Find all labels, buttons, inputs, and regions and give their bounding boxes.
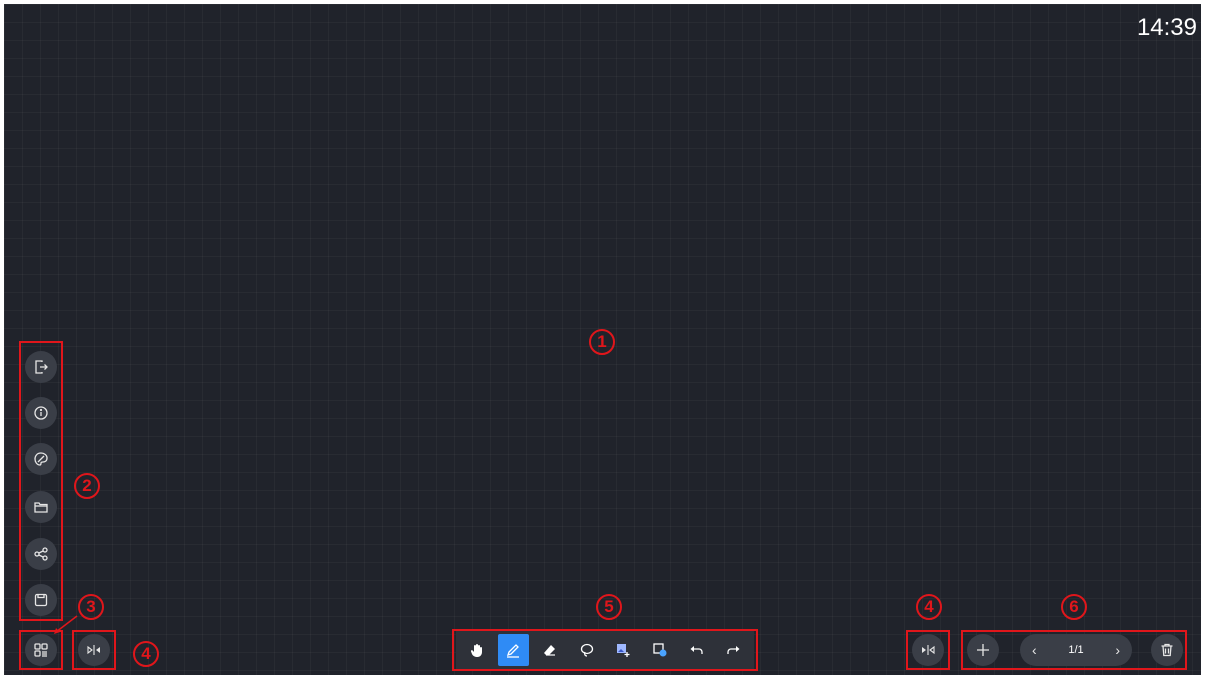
shape-icon bbox=[653, 643, 667, 657]
undo-icon bbox=[690, 646, 703, 654]
pen-tool[interactable] bbox=[497, 634, 530, 666]
eraser-icon bbox=[544, 645, 556, 656]
delete-page-button[interactable] bbox=[1151, 634, 1183, 666]
page-indicator: 1/1 bbox=[1068, 644, 1084, 656]
theme-button[interactable] bbox=[25, 443, 57, 475]
prev-page-button[interactable]: ‹ bbox=[1032, 642, 1037, 658]
annotation-1: 1 bbox=[589, 329, 615, 355]
toggle-icon bbox=[922, 645, 935, 655]
clock: 14:39 bbox=[1136, 14, 1197, 41]
whiteboard-canvas[interactable]: 14:39 1 2 3 4 5 4 ‹ 1/1 › 6 bbox=[4, 4, 1201, 675]
lasso-tool[interactable] bbox=[571, 634, 603, 666]
page-navigator: ‹ 1/1 › bbox=[1020, 634, 1132, 666]
annotation-4-left: 4 bbox=[133, 641, 159, 667]
eraser-tool[interactable] bbox=[534, 634, 566, 666]
toggle-toolbar-right-button[interactable] bbox=[912, 634, 944, 666]
annotation-3: 3 bbox=[78, 594, 104, 620]
redo-icon bbox=[727, 646, 740, 654]
pen-icon bbox=[507, 644, 520, 658]
hand-tool[interactable] bbox=[461, 634, 493, 666]
theme-icon bbox=[34, 452, 48, 466]
share-icon bbox=[34, 547, 48, 561]
apps-icon bbox=[34, 643, 48, 657]
toggle-icon bbox=[87, 645, 100, 655]
annotation-4-right: 4 bbox=[916, 594, 942, 620]
shape-tool[interactable] bbox=[644, 634, 676, 666]
lasso-icon bbox=[580, 643, 593, 657]
add-page-button[interactable] bbox=[967, 634, 999, 666]
folder-icon bbox=[34, 502, 48, 513]
open-folder-button[interactable] bbox=[25, 491, 57, 523]
toggle-toolbar-left-button[interactable] bbox=[78, 634, 110, 666]
annotation-2: 2 bbox=[74, 473, 100, 499]
apps-button[interactable] bbox=[25, 634, 57, 666]
save-button[interactable] bbox=[25, 584, 57, 616]
drawing-toolbar bbox=[456, 631, 754, 669]
exit-icon bbox=[35, 360, 48, 374]
annotation-6: 6 bbox=[1061, 594, 1087, 620]
next-page-button[interactable]: › bbox=[1115, 642, 1120, 658]
info-icon bbox=[34, 406, 48, 420]
hand-icon bbox=[470, 644, 482, 657]
plus-icon bbox=[977, 644, 989, 656]
redo-tool[interactable] bbox=[717, 634, 749, 666]
annotation-5: 5 bbox=[596, 594, 622, 620]
share-button[interactable] bbox=[25, 538, 57, 570]
trash-icon bbox=[1161, 643, 1173, 657]
info-button[interactable] bbox=[25, 397, 57, 429]
insert-image-icon bbox=[617, 644, 630, 657]
insert-image-tool[interactable] bbox=[608, 634, 640, 666]
exit-button[interactable] bbox=[25, 351, 57, 383]
undo-tool[interactable] bbox=[681, 634, 713, 666]
left-menu-highlight bbox=[19, 341, 63, 621]
save-icon bbox=[34, 593, 48, 607]
